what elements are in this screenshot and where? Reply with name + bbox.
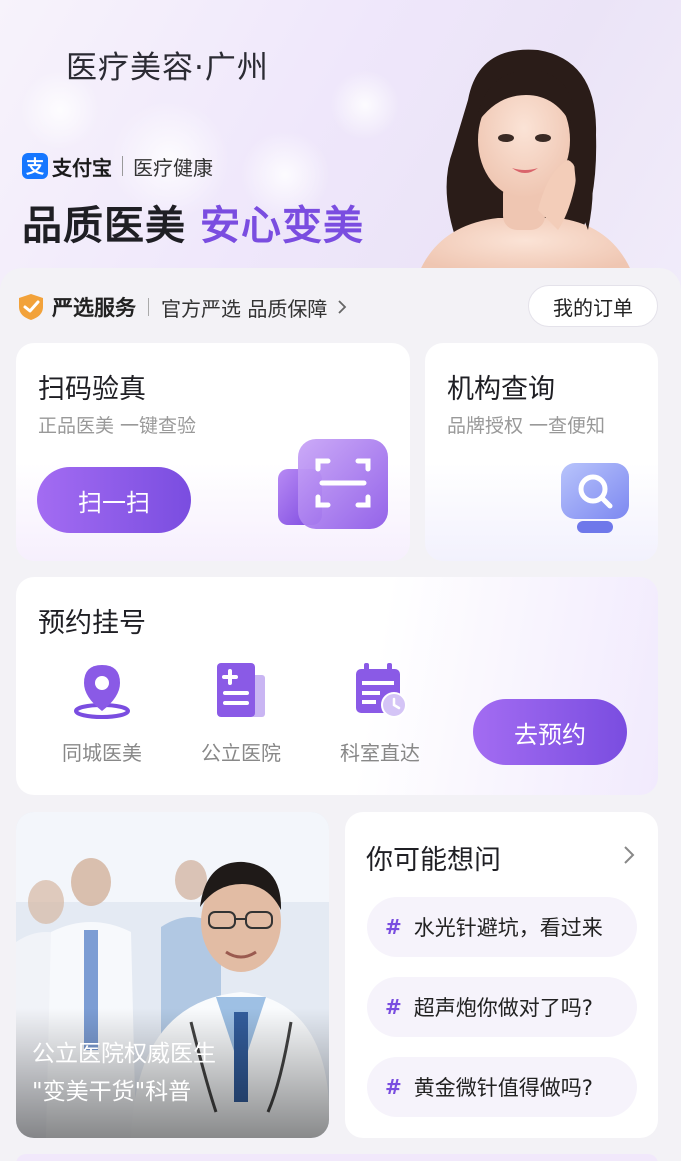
faq-question-text: 黄金微针值得做吗? [413, 1076, 593, 1100]
institution-card-subtitle: 品牌授权 一查便知 [447, 415, 606, 437]
doctor-banner-line1: 公立医院权威医生 [32, 1041, 216, 1067]
brand-divider [122, 156, 123, 176]
chevron-right-icon [338, 300, 347, 314]
slogan: 品质医美 安心变美 [22, 193, 364, 251]
appt-option-label: 科室直达 [340, 741, 420, 765]
scan-card-title: 扫码验真 [38, 374, 146, 405]
alipay-logo-icon: 支 [22, 153, 48, 179]
institution-card-title: 机构查询 [447, 374, 555, 405]
slogan-part2: 安心变美 [200, 203, 364, 249]
service-title: 严选服务 [52, 296, 136, 320]
doctor-banner-line2: "变美干货"科普 [32, 1079, 192, 1105]
faq-question-item[interactable]: # 黄金微针值得做吗? [367, 1057, 637, 1117]
hash-icon: # [385, 995, 402, 1019]
institution-query-card[interactable]: 机构查询 品牌授权 一查便知 [425, 343, 658, 561]
appt-option-public-hospital[interactable]: 公立医院 [171, 661, 311, 766]
scan-code-icon [278, 439, 388, 529]
faq-question-item[interactable]: # 超声炮你做对了吗? [367, 977, 637, 1037]
brand-row: 支 支付宝 医疗健康 [22, 151, 213, 181]
brand-name: 支付宝 [52, 155, 112, 180]
faq-question-text: 水光针避坑，看过来 [413, 916, 603, 940]
chevron-right-icon[interactable] [622, 845, 636, 865]
book-appointment-button[interactable]: 去预约 [473, 699, 627, 765]
slogan-part1: 品质医美 [22, 203, 186, 249]
shield-icon [19, 294, 43, 320]
appt-option-local[interactable]: 同城医美 [32, 661, 172, 766]
my-orders-button[interactable]: 我的订单 [528, 285, 658, 327]
next-card-peek [16, 1154, 658, 1161]
appointment-options: 同城医美 公立医院 科室直达 [16, 661, 446, 765]
model-portrait-image [418, 49, 633, 275]
hash-icon: # [385, 1075, 402, 1099]
appointment-card-title: 预约挂号 [38, 608, 146, 639]
scan-button[interactable]: 扫一扫 [37, 467, 191, 533]
appointment-card: 预约挂号 同城医美 公立医院 科室直达 去预约 [16, 577, 658, 795]
location-pin-icon [74, 665, 130, 719]
service-bar[interactable]: 严选服务 官方严选 品质保障 [16, 290, 349, 324]
faq-title[interactable]: 你可能想问 [366, 838, 501, 877]
scan-verify-card[interactable]: 扫码验真 正品医美 一键查验 扫一扫 [16, 343, 410, 561]
service-subtitle: 官方严选 品质保障 [161, 296, 328, 321]
appt-option-label: 公立医院 [201, 741, 281, 765]
faq-card: 你可能想问 # 水光针避坑，看过来 # 超声炮你做对了吗? # 黄金微针值得做吗… [345, 812, 658, 1138]
faq-question-text: 超声炮你做对了吗? [413, 996, 593, 1020]
calendar-clock-icon [356, 663, 407, 718]
appt-option-label: 同城医美 [62, 741, 142, 765]
faq-question-item[interactable]: # 水光针避坑，看过来 [367, 897, 637, 957]
hospital-document-icon [217, 663, 265, 717]
hash-icon: # [385, 915, 402, 939]
doctor-banner-card[interactable]: 公立医院权威医生 "变美干货"科普 [16, 812, 329, 1138]
service-divider [148, 298, 149, 316]
hero-banner: 医疗美容·广州 支 支付宝 医疗健康 品质医美 安心变美 [0, 0, 681, 300]
brand-subtitle: 医疗健康 [133, 155, 213, 180]
appt-option-department[interactable]: 科室直达 [310, 661, 450, 766]
page-title: 医疗美容·广州 [66, 50, 269, 86]
scan-card-subtitle: 正品医美 一键查验 [38, 415, 197, 437]
search-monitor-icon [561, 463, 629, 533]
